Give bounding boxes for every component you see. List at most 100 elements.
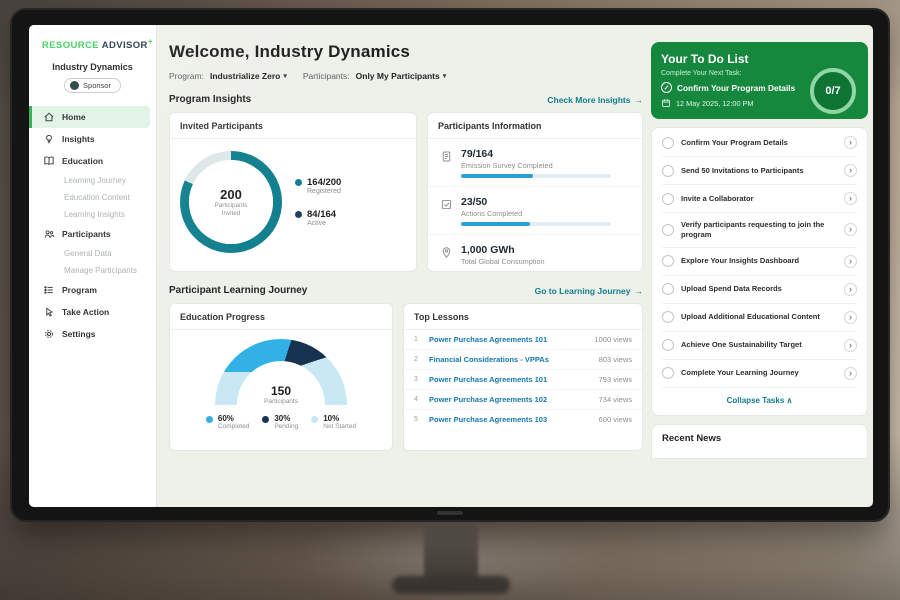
legend-dot-registered [295, 179, 302, 186]
actions-icon [440, 198, 453, 211]
task-chevron-icon[interactable]: › [844, 136, 857, 149]
legend-registered: 164/200 Registered [295, 177, 341, 195]
top-lessons-card: Top Lessons 1 Power Purchase Agreements … [403, 303, 643, 451]
sidebar-item-education-content[interactable]: Education Content [29, 189, 156, 206]
lesson-link[interactable]: Financial Considerations - VPPAs [429, 355, 592, 364]
lesson-row[interactable]: 2 Financial Considerations - VPPAs 803 v… [404, 350, 642, 370]
monitor-stand [424, 519, 478, 581]
brand-part1: RESOURCE [42, 40, 99, 51]
task-checkbox[interactable] [662, 224, 674, 236]
legend-dot-completed [206, 416, 213, 423]
task-checkbox[interactable] [662, 165, 674, 177]
lesson-row[interactable]: 1 Power Purchase Agreements 101 1000 vie… [404, 330, 642, 350]
participants-filter-label: Participants: [303, 71, 350, 81]
task-row[interactable]: Invite a Collaborator › [662, 185, 857, 213]
check-more-insights-link[interactable]: Check More Insights → [547, 95, 643, 105]
task-row[interactable]: Achieve One Sustainability Target › [662, 332, 857, 360]
sidebar-item-learning-insights[interactable]: Learning Insights [29, 206, 156, 223]
stat-global-consumption: 1,000 GWh Total Global Consumption [428, 234, 642, 272]
arrow-right-icon: → [635, 286, 644, 296]
lesson-row[interactable]: 5 Power Purchase Agreements 103 600 view… [404, 410, 642, 429]
task-chevron-icon[interactable]: › [844, 192, 857, 205]
task-chevron-icon[interactable]: › [844, 255, 857, 268]
task-row[interactable]: Upload Spend Data Records › [662, 276, 857, 304]
lesson-link[interactable]: Power Purchase Agreements 103 [429, 415, 592, 424]
home-icon [43, 111, 55, 123]
lesson-link[interactable]: Power Purchase Agreements 101 [429, 375, 592, 384]
participants-information-card: Participants Information 79/164 Emission… [427, 112, 643, 272]
gauge-legend: 60% Completed 30% Pending [206, 414, 356, 430]
monitor-bezel: RESOURCE ADVISOR+ Industry Dynamics Spon… [10, 8, 890, 522]
task-row[interactable]: Complete Your Learning Journey › [662, 360, 857, 388]
task-chevron-icon[interactable]: › [844, 311, 857, 324]
task-row[interactable]: Upload Additional Educational Content › [662, 304, 857, 332]
lesson-link[interactable]: Power Purchase Agreements 101 [429, 335, 587, 344]
invited-participants-card: Invited Participants 200 Participants In… [169, 112, 417, 272]
sidebar-item-education[interactable]: Education [29, 150, 156, 172]
sidebar-nav: Home Insights Education Learning Journey… [29, 106, 156, 345]
education-progress-gauge-chart: 150 Participants [215, 339, 347, 405]
donut-center-label: Participants Invited [209, 202, 253, 218]
sidebar-item-program[interactable]: Program [29, 279, 156, 301]
sidebar-item-learning-journey[interactable]: Learning Journey [29, 172, 156, 189]
recent-news-header: Recent News [651, 424, 868, 459]
journey-cards-row: Education Progress 150 Participants [169, 303, 643, 451]
education-progress-title: Education Progress [170, 304, 392, 330]
task-checkbox[interactable] [662, 193, 674, 205]
task-chevron-icon[interactable]: › [844, 339, 857, 352]
sponsor-badge-label: Sponsor [83, 81, 111, 90]
task-chevron-icon[interactable]: › [844, 223, 857, 236]
participants-filter-dropdown[interactable]: Only My Participants ▾ [356, 71, 447, 81]
gauge-center-label: Participants [264, 398, 298, 405]
sidebar-item-take-action[interactable]: Take Action [29, 301, 156, 323]
legend-pending: 30% Pending [262, 414, 298, 430]
sponsor-badge: Sponsor [64, 78, 121, 93]
sidebar-item-settings[interactable]: Settings [29, 323, 156, 345]
legend-completed: 60% Completed [206, 414, 249, 430]
task-chevron-icon[interactable]: › [844, 367, 857, 380]
education-progress-card: Education Progress 150 Participants [169, 303, 393, 451]
lesson-link[interactable]: Power Purchase Agreements 102 [429, 395, 592, 404]
section-title-learning-journey: Participant Learning Journey [169, 285, 307, 296]
task-row[interactable]: Confirm Your Program Details › [662, 129, 857, 157]
filters-bar: Program: Industrialize Zero ▾ Participan… [169, 71, 643, 81]
sidebar-item-insights[interactable]: Insights [29, 128, 156, 150]
dashboard-screen: RESOURCE ADVISOR+ Industry Dynamics Spon… [29, 25, 873, 507]
task-row[interactable]: Send 50 Invitations to Participants › [662, 157, 857, 185]
task-row[interactable]: Verify participants requesting to join t… [662, 213, 857, 248]
task-row[interactable]: Explore Your Insights Dashboard › [662, 248, 857, 276]
lesson-row[interactable]: 4 Power Purchase Agreements 102 734 view… [404, 390, 642, 410]
task-chevron-icon[interactable]: › [844, 283, 857, 296]
lesson-row[interactable]: 3 Power Purchase Agreements 101 793 view… [404, 370, 642, 390]
chevron-up-icon: ∧ [787, 396, 793, 405]
top-lessons-title: Top Lessons [404, 304, 642, 330]
brand-part2: ADVISOR [102, 40, 148, 51]
stat-actions-completed: 23/50 Actions Completed [428, 186, 642, 234]
collapse-tasks-link[interactable]: Collapse Tasks ∧ [662, 388, 857, 414]
task-checkbox[interactable] [662, 283, 674, 295]
sidebar-item-home[interactable]: Home [29, 106, 150, 128]
task-checkbox[interactable] [662, 367, 674, 379]
sidebar: RESOURCE ADVISOR+ Industry Dynamics Spon… [29, 25, 157, 507]
sidebar-item-participants[interactable]: Participants [29, 223, 156, 245]
go-to-learning-journey-link[interactable]: Go to Learning Journey → [535, 286, 643, 296]
legend-dot-not-started [311, 416, 318, 423]
donut-center-value: 200 [220, 187, 242, 202]
todo-next-task[interactable]: ✓ Confirm Your Program Details [661, 82, 801, 93]
task-chevron-icon[interactable]: › [844, 164, 857, 177]
task-checkbox[interactable] [662, 137, 674, 149]
sidebar-item-manage-participants[interactable]: Manage Participants [29, 262, 156, 279]
sidebar-item-general-data[interactable]: General Data [29, 245, 156, 262]
task-checkbox[interactable] [662, 255, 674, 267]
todo-summary-card: Your To Do List Complete Your Next Task:… [651, 42, 868, 119]
main-content: Welcome, Industry Dynamics Program: Indu… [169, 25, 643, 507]
task-checkbox[interactable] [662, 339, 674, 351]
arrow-right-icon: → [635, 95, 644, 105]
take-action-icon [43, 306, 55, 318]
survey-icon [440, 150, 453, 163]
todo-progress-ring: 0/7 [810, 68, 856, 114]
calendar-icon [661, 98, 671, 108]
program-filter-dropdown[interactable]: Industrialize Zero ▾ [210, 71, 287, 81]
gauge-center-value: 150 [271, 384, 291, 398]
task-checkbox[interactable] [662, 311, 674, 323]
